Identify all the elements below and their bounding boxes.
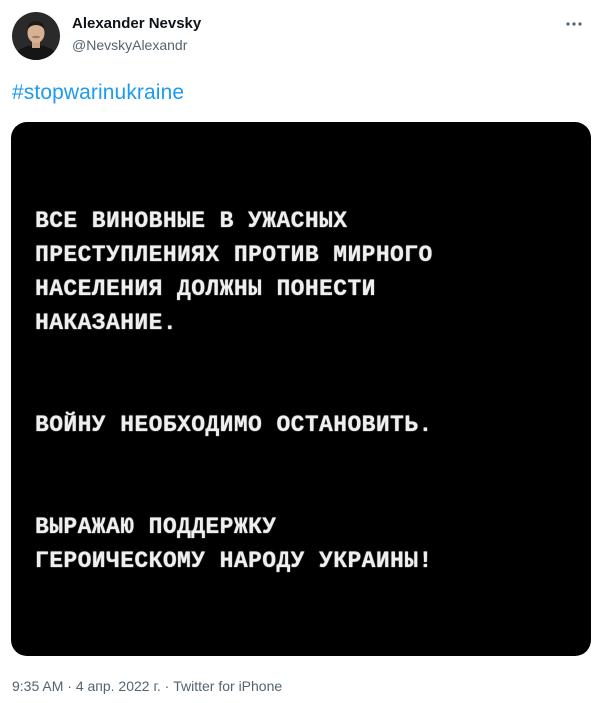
avatar[interactable] [12, 12, 60, 60]
tweet-metadata: 9:35 AM · 4 апр. 2022 г. · Twitter for i… [12, 678, 282, 694]
meta-separator: · [63, 678, 76, 694]
meta-separator: · [160, 678, 174, 694]
tweet-time[interactable]: 9:35 AM [12, 678, 63, 694]
more-button[interactable] [560, 14, 588, 34]
more-horizontal-icon [566, 22, 582, 26]
author-handle[interactable]: @NevskyAlexandr [72, 37, 187, 53]
tweet-date[interactable]: 4 апр. 2022 г. [76, 678, 161, 694]
avatar-image [12, 12, 60, 60]
author-name[interactable]: Alexander Nevsky [72, 15, 201, 32]
image-text: ВСЕ ВИНОВНЫЕ В УЖАСНЫХ ПРЕСТУПЛЕНИЯХ ПРО… [35, 208, 433, 574]
hashtag-link[interactable]: #stopwarinukraine [12, 81, 184, 105]
tweet-source[interactable]: Twitter for iPhone [173, 678, 282, 694]
tweet-image[interactable]: ВСЕ ВИНОВНЫЕ В УЖАСНЫХ ПРЕСТУПЛЕНИЯХ ПРО… [11, 122, 591, 656]
